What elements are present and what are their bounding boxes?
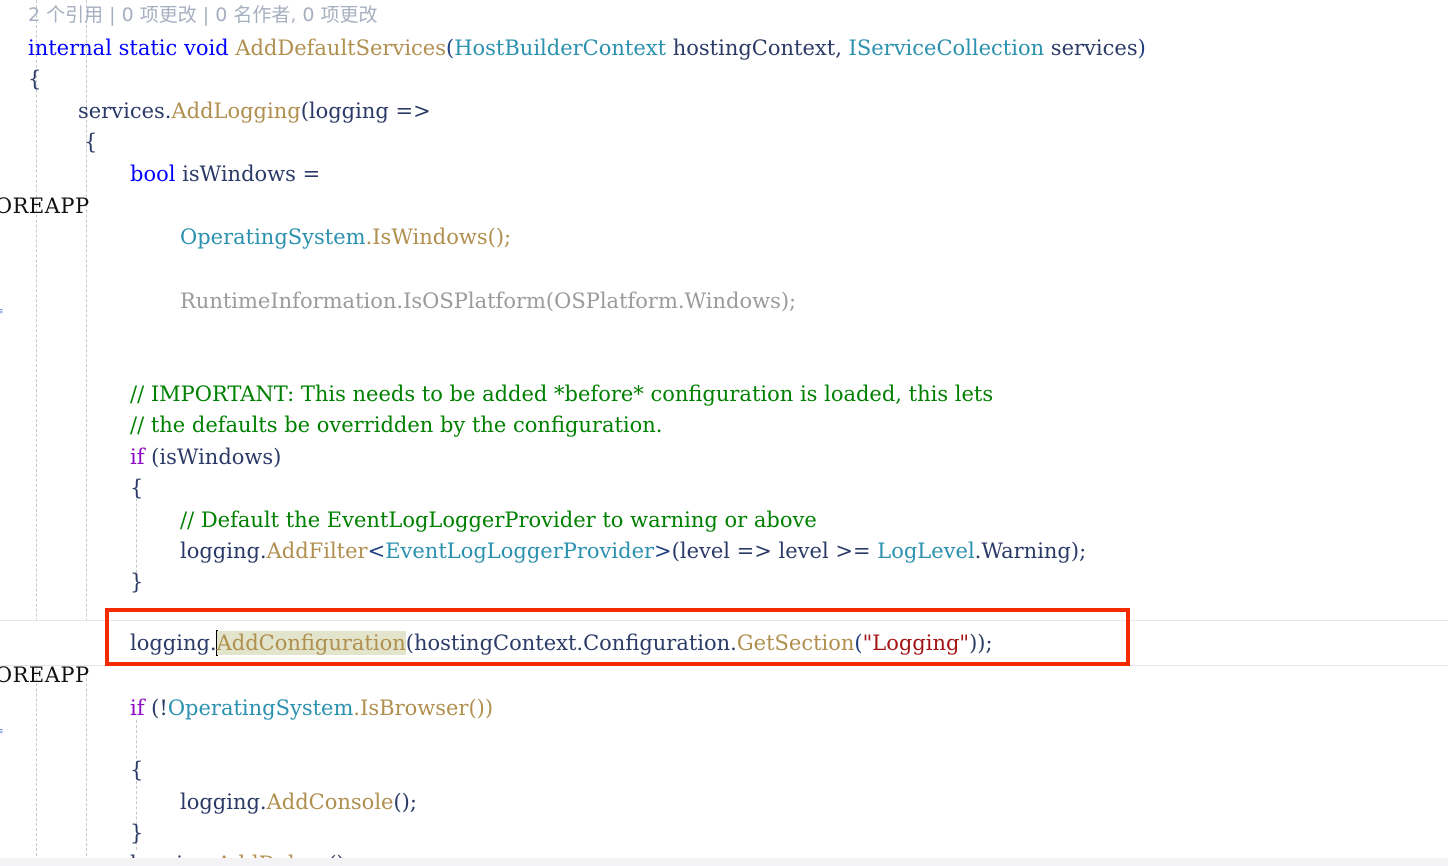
keyword-if: if	[130, 445, 145, 469]
code-editor[interactable]: 2 个引用 | 0 项更改 | 0 名作者, 0 项更改 internal st…	[0, 0, 1448, 866]
code-line-signature[interactable]: internal static void AddDefaultServices(…	[0, 33, 1448, 64]
codelens-indicator[interactable]: 2 个引用 | 0 项更改 | 0 名作者, 0 项更改	[28, 0, 378, 30]
code-line-open-brace-3[interactable]: {	[0, 473, 1448, 504]
clipped-glyph-2: ≡	[0, 726, 6, 738]
type-loglevel: LogLevel	[877, 539, 975, 563]
keyword-bool: bool	[130, 162, 176, 186]
bottom-clip-strip	[0, 858, 1448, 866]
keyword-static: static	[118, 36, 178, 60]
code-line-open-brace-1[interactable]: {	[0, 64, 1448, 95]
code-line-close-brace-2[interactable]: }	[0, 818, 1448, 849]
string-logging: "Logging"	[862, 631, 970, 655]
code-line-addconsole[interactable]: logging.AddConsole();	[0, 787, 1448, 818]
preprocessor-directive-netcoreapp-2: ETCOREAPP	[0, 663, 90, 687]
method-addfilter: AddFilter	[266, 539, 368, 563]
code-line-addlogging[interactable]: services.AddLogging(logging =>	[0, 96, 1448, 127]
method-name-adddefaultservices: AddDefaultServices	[235, 36, 446, 60]
code-line-runtimeinformation-isosplatform[interactable]: RuntimeInformation.IsOSPlatform(OSPlatfo…	[0, 286, 1448, 317]
keyword-internal: internal	[28, 36, 112, 60]
code-line-comment-eventlog[interactable]: // Default the EventLogLoggerProvider to…	[0, 505, 1448, 536]
method-addconfiguration: AddConfiguration	[216, 631, 406, 655]
method-addconsole: AddConsole	[266, 790, 394, 814]
code-line-if-not-isbrowser[interactable]: if (!OperatingSystem.IsBrowser())	[0, 693, 1448, 724]
code-line-close-brace-1[interactable]: }	[0, 567, 1448, 598]
code-line-addconfiguration[interactable]: logging.AddConfiguration(hostingContext.…	[0, 628, 1448, 659]
type-operatingsystem: OperatingSystem	[180, 225, 366, 249]
preprocessor-directive-netcoreapp-1: ETCOREAPP	[0, 194, 90, 218]
code-line-bool-iswindows[interactable]: bool isWindows =	[0, 159, 1448, 190]
code-line-comment-defaults[interactable]: // the defaults be overridden by the con…	[0, 410, 1448, 441]
type-eventlogloggerprovider: EventLogLoggerProvider	[385, 539, 655, 563]
code-line-open-brace-4[interactable]: {	[0, 755, 1448, 786]
type-operatingsystem-2: OperatingSystem	[167, 696, 354, 720]
code-line-addfilter[interactable]: logging.AddFilter<EventLogLoggerProvider…	[0, 536, 1448, 567]
type-hostbuildercontext: HostBuilderContext	[454, 36, 667, 60]
code-line-open-brace-2[interactable]: {	[0, 127, 1448, 158]
code-line-comment-important[interactable]: // IMPORTANT: This needs to be added *be…	[0, 379, 1448, 410]
method-addlogging: AddLogging	[171, 99, 301, 123]
code-line-operatingsystem-iswindows[interactable]: OperatingSystem.IsWindows();	[0, 222, 1448, 253]
keyword-void: void	[183, 36, 229, 60]
code-line-if-iswindows[interactable]: if (isWindows)	[0, 442, 1448, 473]
method-getsection: GetSection	[736, 631, 855, 655]
type-iservicecollection: IServiceCollection	[848, 36, 1045, 60]
keyword-if-2: if	[130, 696, 145, 720]
